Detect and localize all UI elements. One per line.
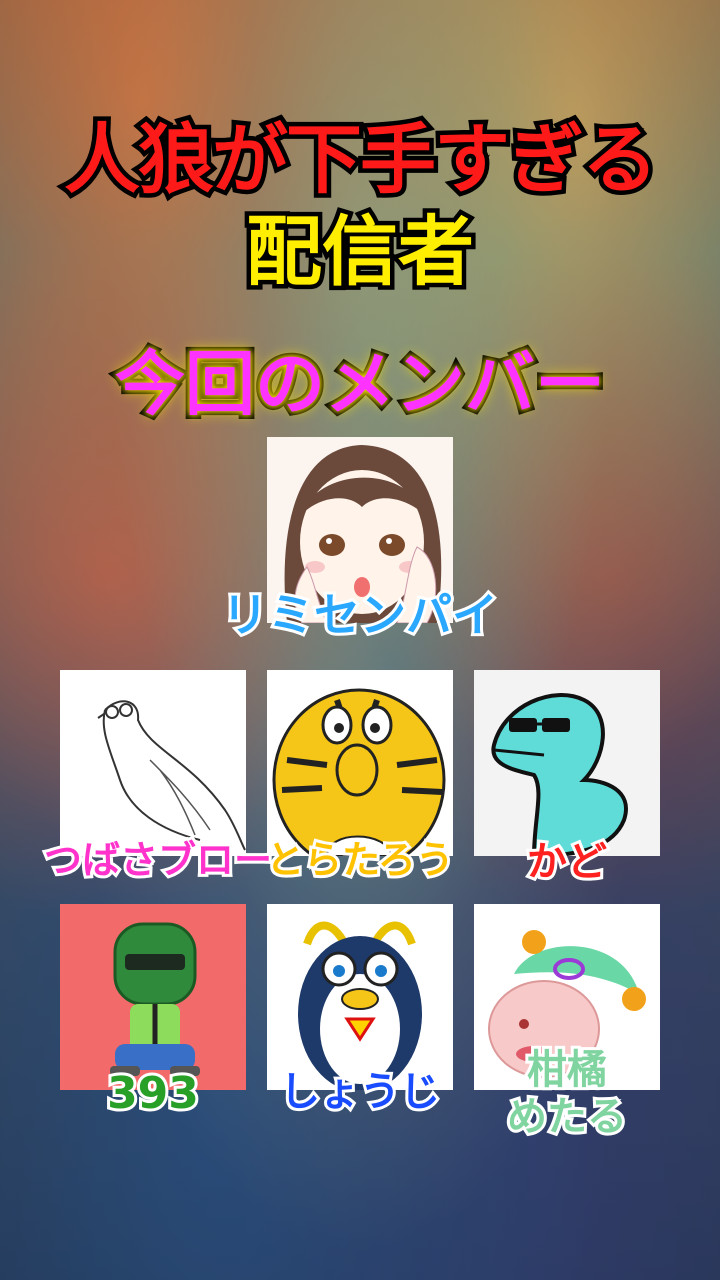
member-name-tsubasa: つばさブロー: [41, 836, 275, 884]
tiger-icon: [267, 670, 453, 856]
member-name-393: 393: [104, 1066, 202, 1121]
green-helmet-character-icon: [60, 904, 246, 1090]
members-heading: 今回のメンバー: [111, 339, 609, 429]
member-name-kado: かど: [524, 837, 610, 887]
penguin-icon: [267, 904, 453, 1090]
page-title-line2: 配信者: [242, 203, 479, 301]
member-name-rimi: リミセンパイ: [219, 587, 501, 643]
bird-sketch-icon: [60, 670, 246, 856]
member-name-toratarou: とらたろう: [263, 836, 457, 884]
blue-dinosaur-icon: [474, 670, 660, 856]
member-name-kankitsu-line2: めたる: [504, 1092, 630, 1142]
member-name-kankitsu-line1: 柑橘: [524, 1045, 610, 1095]
member-name-shouji: しょうじ: [277, 1067, 443, 1117]
